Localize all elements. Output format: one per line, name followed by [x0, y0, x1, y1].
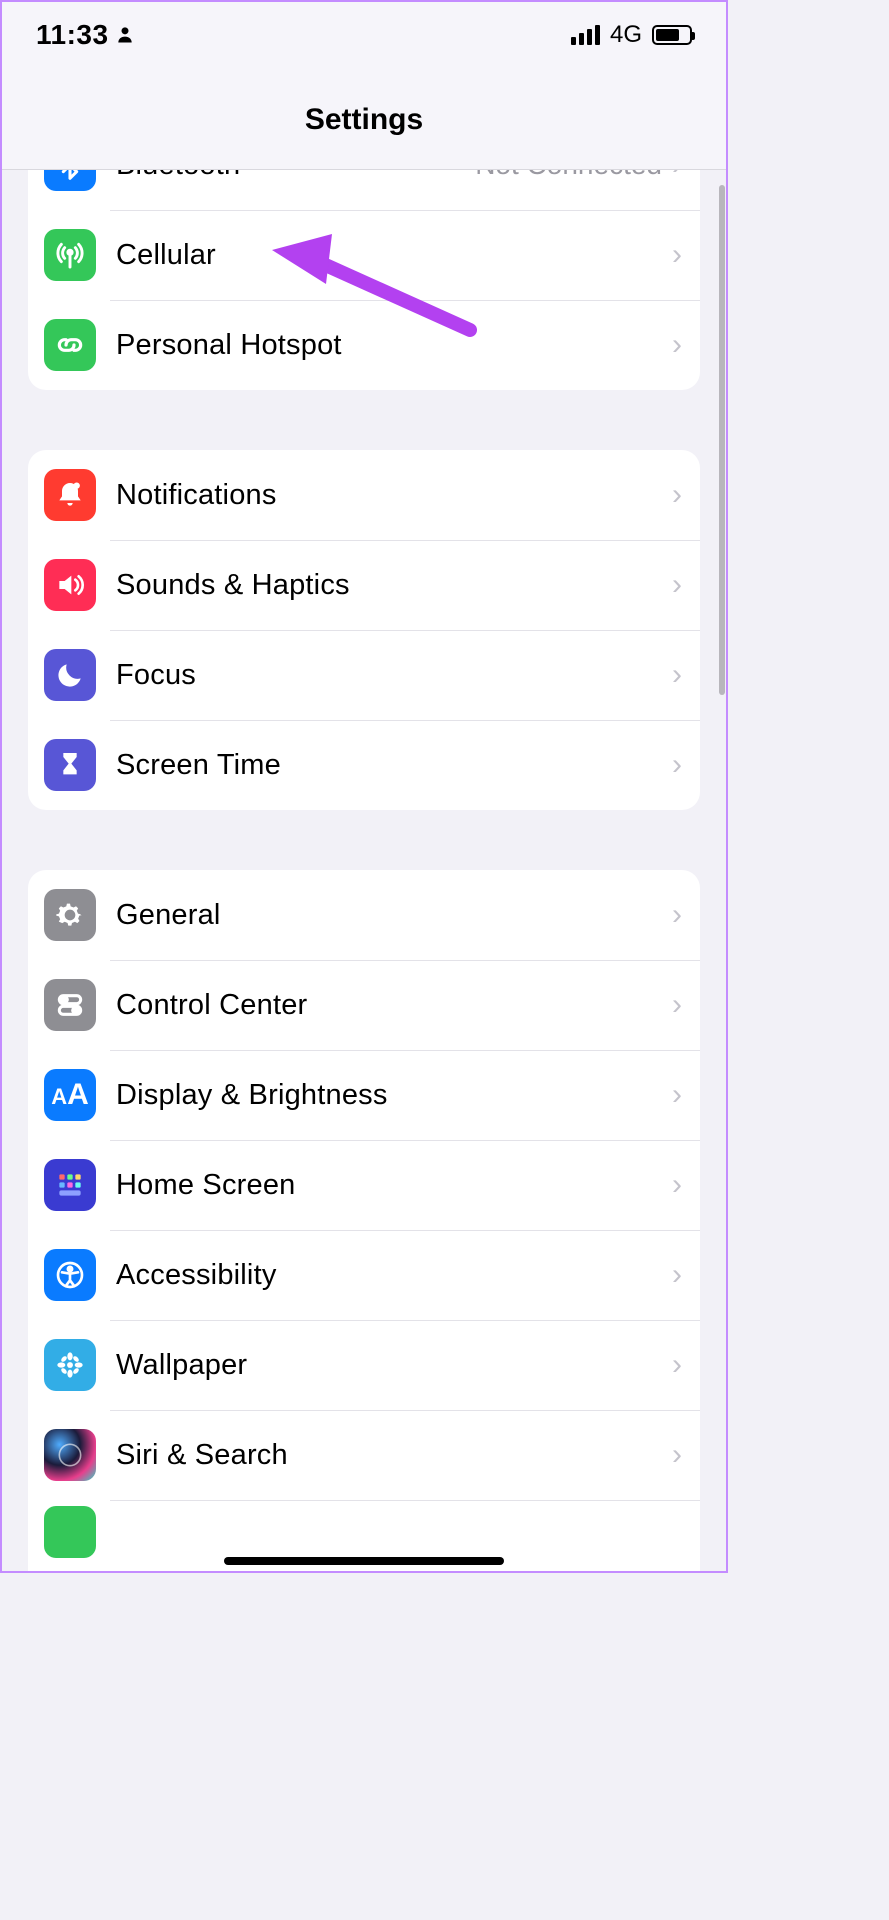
person-icon: [115, 25, 135, 45]
group-system: General › Control Center › AA Display & …: [28, 870, 700, 1573]
moon-icon: [44, 649, 96, 701]
row-label: Control Center: [116, 989, 672, 1022]
status-right: 4G: [571, 21, 692, 49]
row-control-center[interactable]: Control Center ›: [28, 960, 700, 1050]
bell-icon: [44, 469, 96, 521]
row-label: Notifications: [116, 479, 672, 512]
chevron-right-icon: ›: [672, 1168, 682, 1202]
next-row-icon: [44, 1506, 96, 1558]
row-label: General: [116, 899, 672, 932]
chevron-right-icon: ›: [672, 170, 682, 182]
chevron-right-icon: ›: [672, 1438, 682, 1472]
chevron-right-icon: ›: [672, 328, 682, 362]
row-screen-time[interactable]: Screen Time ›: [28, 720, 700, 810]
row-label: Focus: [116, 659, 672, 692]
page-title: Settings: [305, 103, 423, 137]
bluetooth-icon: [44, 170, 96, 191]
status-left: 11:33: [36, 19, 135, 51]
hotspot-link-icon: [44, 319, 96, 371]
row-detail: Not Connected: [475, 170, 662, 181]
gear-icon: [44, 889, 96, 941]
chevron-right-icon: ›: [672, 238, 682, 272]
row-label: Sounds & Haptics: [116, 569, 672, 602]
chevron-right-icon: ›: [672, 1258, 682, 1292]
siri-icon: [44, 1429, 96, 1481]
battery-icon: [652, 25, 692, 45]
settings-scroll[interactable]: Bluetooth Not Connected › Cellular › Per…: [0, 170, 728, 1573]
chevron-right-icon: ›: [672, 658, 682, 692]
row-cellular[interactable]: Cellular ›: [28, 210, 700, 300]
chevron-right-icon: ›: [672, 898, 682, 932]
status-time: 11:33: [36, 19, 109, 51]
row-siri-search[interactable]: Siri & Search ›: [28, 1410, 700, 1500]
scroll-indicator: [719, 185, 725, 695]
chevron-right-icon: ›: [672, 568, 682, 602]
chevron-right-icon: ›: [672, 478, 682, 512]
row-notifications[interactable]: Notifications ›: [28, 450, 700, 540]
row-label: Siri & Search: [116, 1439, 672, 1472]
row-label: Wallpaper: [116, 1349, 672, 1382]
chevron-right-icon: ›: [672, 988, 682, 1022]
row-label: Personal Hotspot: [116, 329, 672, 362]
status-bar: 11:33 4G: [0, 0, 728, 70]
speaker-icon: [44, 559, 96, 611]
accessibility-icon: [44, 1249, 96, 1301]
row-label: Display & Brightness: [116, 1079, 672, 1112]
row-label: Screen Time: [116, 749, 672, 782]
row-label: Cellular: [116, 239, 672, 272]
group-alerts: Notifications › Sounds & Haptics › Focus…: [28, 450, 700, 810]
app-grid-icon: [44, 1159, 96, 1211]
row-accessibility[interactable]: Accessibility ›: [28, 1230, 700, 1320]
row-home-screen[interactable]: Home Screen ›: [28, 1140, 700, 1230]
row-personal-hotspot[interactable]: Personal Hotspot ›: [28, 300, 700, 390]
chevron-right-icon: ›: [672, 1078, 682, 1112]
nav-bar: Settings: [0, 70, 728, 170]
chevron-right-icon: ›: [672, 1348, 682, 1382]
home-indicator[interactable]: [224, 1557, 504, 1565]
group-connectivity: Bluetooth Not Connected › Cellular › Per…: [28, 170, 700, 390]
row-wallpaper[interactable]: Wallpaper ›: [28, 1320, 700, 1410]
flower-icon: [44, 1339, 96, 1391]
row-general[interactable]: General ›: [28, 870, 700, 960]
text-size-icon: AA: [44, 1069, 96, 1121]
hourglass-icon: [44, 739, 96, 791]
row-label: Accessibility: [116, 1259, 672, 1292]
row-display-brightness[interactable]: AA Display & Brightness ›: [28, 1050, 700, 1140]
row-label: Bluetooth: [116, 170, 475, 182]
cellular-antenna-icon: [44, 229, 96, 281]
row-label: Home Screen: [116, 1169, 672, 1202]
row-sounds-haptics[interactable]: Sounds & Haptics ›: [28, 540, 700, 630]
network-type: 4G: [610, 21, 642, 49]
chevron-right-icon: ›: [672, 748, 682, 782]
row-bluetooth[interactable]: Bluetooth Not Connected ›: [28, 170, 700, 210]
cellular-signal-icon: [571, 25, 600, 45]
toggles-icon: [44, 979, 96, 1031]
row-focus[interactable]: Focus ›: [28, 630, 700, 720]
